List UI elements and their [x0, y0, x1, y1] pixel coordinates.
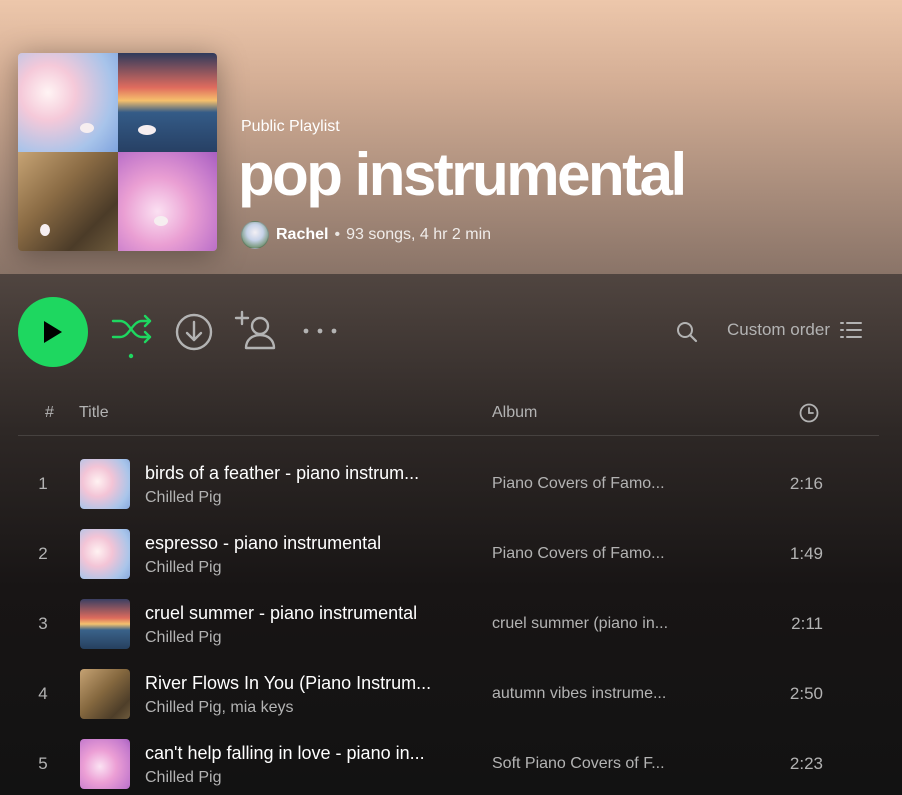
track-artist[interactable]: Chilled Pig [145, 769, 221, 787]
cover-tile-sky [18, 53, 118, 152]
playlist-stats: 93 songs, 4 hr 2 min [346, 226, 492, 243]
column-album[interactable]: Album [492, 404, 537, 422]
track-duration: 2:11 [791, 614, 823, 633]
track-artist[interactable]: Chilled Pig [145, 559, 221, 577]
tracklist-header: # Title Album [18, 395, 879, 436]
track-album-art [80, 459, 130, 509]
track-row[interactable]: 2 espresso - piano instrumental Chilled … [18, 519, 879, 589]
page-title[interactable]: pop instrumental [238, 140, 687, 209]
search-icon [677, 322, 698, 343]
more-options-button[interactable] [300, 318, 340, 344]
track-row[interactable]: 5 can't help falling in love - piano in.… [18, 729, 879, 795]
track-number: 3 [38, 614, 48, 633]
tracklist: 1 birds of a feather - piano instrum... … [18, 449, 879, 795]
meta-separator: • [334, 226, 341, 243]
track-album[interactable]: cruel summer (piano in... [492, 615, 668, 633]
track-album-art [80, 529, 130, 579]
track-row[interactable]: 4 River Flows In You (Piano Instrum... C… [18, 659, 879, 729]
track-row[interactable]: 3 cruel summer - piano instrumental Chil… [18, 589, 879, 659]
track-duration: 2:23 [789, 754, 823, 773]
shuffle-button[interactable] [109, 311, 155, 363]
track-title[interactable]: cruel summer - piano instrumental [145, 603, 417, 624]
track-number: 1 [38, 474, 48, 493]
more-options-icon [303, 328, 337, 334]
track-row[interactable]: 1 birds of a feather - piano instrum... … [18, 449, 879, 519]
track-duration: 1:49 [789, 544, 823, 563]
playlist-type: Public Playlist [241, 118, 340, 135]
column-number: # [45, 404, 54, 421]
track-album-art [80, 599, 130, 649]
avatar[interactable] [241, 221, 269, 249]
column-title[interactable]: Title [79, 404, 109, 422]
track-title[interactable]: River Flows In You (Piano Instrum... [145, 673, 431, 694]
download-icon [175, 313, 213, 351]
search-button[interactable] [673, 318, 701, 346]
track-artist[interactable]: Chilled Pig [145, 629, 221, 647]
cover-tile-sunset [117, 53, 217, 152]
playlist-cover[interactable] [18, 53, 217, 251]
download-button[interactable] [173, 311, 215, 353]
cover-tile-autumn [18, 152, 118, 251]
track-album[interactable]: Soft Piano Covers of F... [492, 755, 665, 773]
clock-icon [799, 403, 819, 423]
column-duration[interactable] [798, 402, 820, 429]
play-icon [44, 321, 62, 343]
sort-order-button[interactable]: Custom order [727, 320, 862, 340]
track-album-art [80, 739, 130, 789]
track-number: 4 [38, 684, 48, 703]
track-title[interactable]: espresso - piano instrumental [145, 533, 381, 554]
track-number: 5 [38, 754, 48, 773]
track-album[interactable]: autumn vibes instrume... [492, 685, 666, 703]
play-button[interactable] [18, 297, 88, 367]
track-duration: 2:50 [789, 684, 823, 703]
track-album-art [80, 669, 130, 719]
track-artist[interactable]: Chilled Pig [145, 489, 221, 507]
invite-collaborator-button[interactable] [234, 310, 280, 352]
track-title[interactable]: can't help falling in love - piano in... [145, 743, 425, 764]
shuffle-icon [111, 314, 152, 359]
add-user-icon [234, 310, 276, 350]
list-icon [839, 322, 862, 338]
cover-tile-pink [117, 152, 217, 251]
track-title[interactable]: birds of a feather - piano instrum... [145, 463, 419, 484]
track-album[interactable]: Piano Covers of Famo... [492, 475, 665, 493]
track-number: 2 [38, 544, 48, 563]
sort-order-label: Custom order [727, 320, 830, 339]
track-duration: 2:16 [789, 474, 823, 493]
playlist-meta: Rachel • 93 songs, 4 hr 2 min [241, 221, 491, 249]
owner-link[interactable]: Rachel [276, 226, 328, 244]
track-album[interactable]: Piano Covers of Famo... [492, 545, 665, 563]
track-artist[interactable]: Chilled Pig, mia keys [145, 699, 294, 717]
